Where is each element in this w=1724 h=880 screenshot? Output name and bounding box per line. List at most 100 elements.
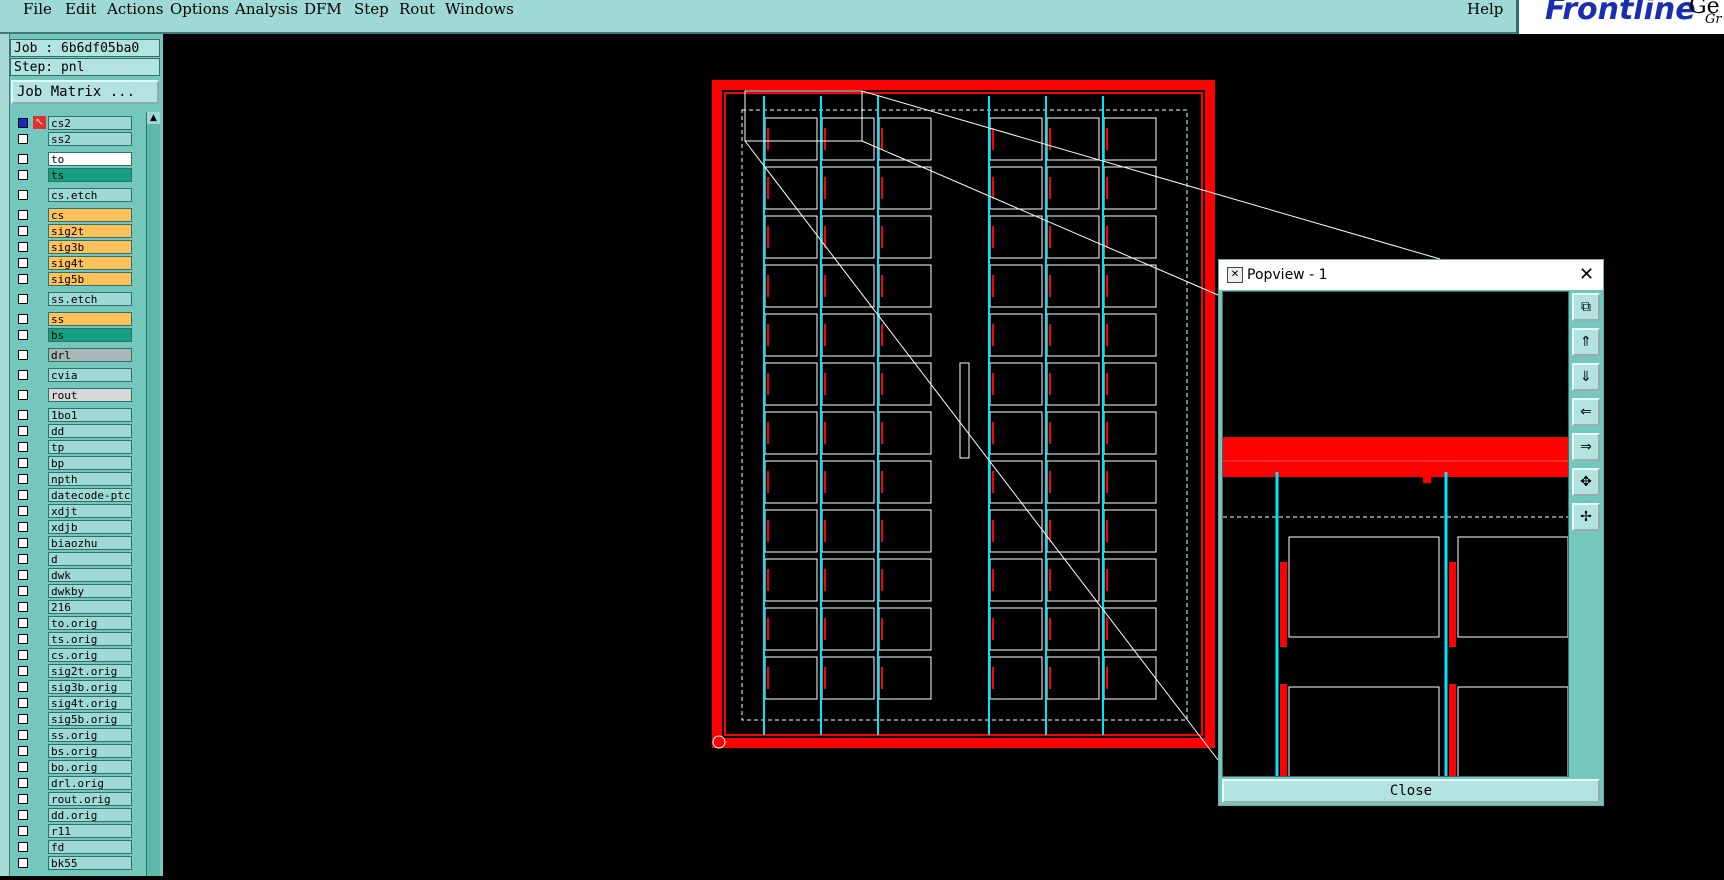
layer-name[interactable]: ss2: [48, 132, 132, 146]
layer-row[interactable]: 216: [14, 600, 132, 614]
menu-help[interactable]: Help: [1467, 0, 1503, 18]
layer-checkbox[interactable]: [18, 666, 28, 676]
layer-row[interactable]: bp: [14, 456, 132, 470]
layer-checkbox[interactable]: [18, 714, 28, 724]
layer-name[interactable]: bk55: [48, 856, 132, 870]
layer-row[interactable]: d: [14, 552, 132, 566]
layer-name[interactable]: xdjt: [48, 504, 132, 518]
layer-row[interactable]: bo.orig: [14, 760, 132, 774]
layer-name[interactable]: bs.orig: [48, 744, 132, 758]
pan-left-icon[interactable]: ⇐: [1572, 398, 1600, 426]
layer-name[interactable]: fd: [48, 840, 132, 854]
layer-row[interactable]: sig3b.orig: [14, 680, 132, 694]
layer-row[interactable]: bk55: [14, 856, 132, 870]
layer-row[interactable]: to: [14, 152, 132, 166]
layer-checkbox[interactable]: [18, 314, 28, 324]
layer-row[interactable]: 1bo1: [14, 408, 132, 422]
layer-name[interactable]: rout.orig: [48, 792, 132, 806]
layer-checkbox[interactable]: [18, 842, 28, 852]
layer-row[interactable]: sig2t.orig: [14, 664, 132, 678]
popview-close-button[interactable]: Close: [1222, 779, 1600, 803]
pan-up-icon[interactable]: ⇑: [1572, 328, 1600, 356]
layer-row[interactable]: r11: [14, 824, 132, 838]
layer-row[interactable]: datecode-ptc: [14, 488, 132, 502]
layer-name[interactable]: sig5b: [48, 272, 132, 286]
close-icon[interactable]: ✕: [1579, 260, 1594, 290]
layer-row[interactable]: sig5b: [14, 272, 132, 286]
layer-name[interactable]: cs.etch: [48, 188, 132, 202]
layer-name[interactable]: sig4t.orig: [48, 696, 132, 710]
layer-checkbox[interactable]: [18, 242, 28, 252]
layer-checkbox[interactable]: [18, 458, 28, 468]
layer-name[interactable]: sig2t.orig: [48, 664, 132, 678]
menu-analysis[interactable]: Analysis: [235, 0, 298, 18]
layer-name[interactable]: dd.orig: [48, 808, 132, 822]
layer-row[interactable]: dwk: [14, 568, 132, 582]
layer-checkbox[interactable]: [18, 730, 28, 740]
layer-row[interactable]: rout: [14, 388, 132, 402]
layer-checkbox[interactable]: [18, 794, 28, 804]
layer-checkbox[interactable]: [18, 506, 28, 516]
layer-row[interactable]: dd: [14, 424, 132, 438]
layer-row[interactable]: cs.etch: [14, 188, 132, 202]
layer-name[interactable]: npth: [48, 472, 132, 486]
layer-checkbox[interactable]: [18, 826, 28, 836]
layer-checkbox[interactable]: [18, 618, 28, 628]
layer-row[interactable]: sig4t.orig: [14, 696, 132, 710]
layer-name[interactable]: sig3b: [48, 240, 132, 254]
menu-options[interactable]: Options: [170, 0, 229, 18]
layer-checkbox[interactable]: [18, 170, 28, 180]
layer-checkbox[interactable]: [18, 134, 28, 144]
layer-row[interactable]: fd: [14, 840, 132, 854]
layer-checkbox[interactable]: [18, 778, 28, 788]
layer-name[interactable]: cvia: [48, 368, 132, 382]
layer-checkbox[interactable]: [18, 426, 28, 436]
layer-name[interactable]: xdjb: [48, 520, 132, 534]
layer-checkbox[interactable]: [18, 474, 28, 484]
layer-checkbox[interactable]: [18, 370, 28, 380]
layer-checkbox[interactable]: [18, 226, 28, 236]
layer-row[interactable]: ss.orig: [14, 728, 132, 742]
layer-name[interactable]: dwk: [48, 568, 132, 582]
layer-name[interactable]: d: [48, 552, 132, 566]
layer-checkbox[interactable]: [18, 762, 28, 772]
layer-row[interactable]: cs.orig: [14, 648, 132, 662]
layer-name[interactable]: bp: [48, 456, 132, 470]
layer-checkbox[interactable]: [18, 634, 28, 644]
layer-checkbox[interactable]: [18, 810, 28, 820]
menu-dfm[interactable]: DFM: [304, 0, 342, 18]
layer-name[interactable]: sig4t: [48, 256, 132, 270]
layer-checkbox[interactable]: [18, 294, 28, 304]
layer-row[interactable]: ts: [14, 168, 132, 182]
pan-down-icon[interactable]: ⇓: [1572, 363, 1600, 391]
layer-name[interactable]: ss: [48, 312, 132, 326]
menu-windows[interactable]: Windows: [445, 0, 514, 18]
layer-name[interactable]: cs: [48, 208, 132, 222]
layer-name[interactable]: ss.orig: [48, 728, 132, 742]
layer-checkbox[interactable]: [18, 858, 28, 868]
layer-row[interactable]: tp: [14, 440, 132, 454]
layer-checkbox[interactable]: [18, 390, 28, 400]
zoom-out-icon[interactable]: ✢: [1572, 503, 1600, 531]
layer-name[interactable]: bo.orig: [48, 760, 132, 774]
zoom-in-icon[interactable]: ✥: [1572, 468, 1600, 496]
layer-name[interactable]: drl: [48, 348, 132, 362]
layer-row[interactable]: sig5b.orig: [14, 712, 132, 726]
layer-checkbox[interactable]: [18, 442, 28, 452]
layer-checkbox[interactable]: [18, 570, 28, 580]
layer-name[interactable]: ts.orig: [48, 632, 132, 646]
layer-row[interactable]: bs.orig: [14, 744, 132, 758]
layer-row[interactable]: cvia: [14, 368, 132, 382]
layer-checkbox[interactable]: [18, 350, 28, 360]
scroll-up-icon[interactable]: ▲: [147, 112, 160, 124]
layer-name[interactable]: sig2t: [48, 224, 132, 238]
layer-scrollbar[interactable]: ▲: [146, 112, 160, 876]
layer-checkbox[interactable]: [18, 682, 28, 692]
layer-row[interactable]: dd.orig: [14, 808, 132, 822]
layer-checkbox[interactable]: [18, 522, 28, 532]
layer-checkbox[interactable]: [18, 554, 28, 564]
layer-name[interactable]: 1bo1: [48, 408, 132, 422]
layer-name[interactable]: drl.orig: [48, 776, 132, 790]
layer-row[interactable]: drl.orig: [14, 776, 132, 790]
layer-checkbox[interactable]: [18, 602, 28, 612]
